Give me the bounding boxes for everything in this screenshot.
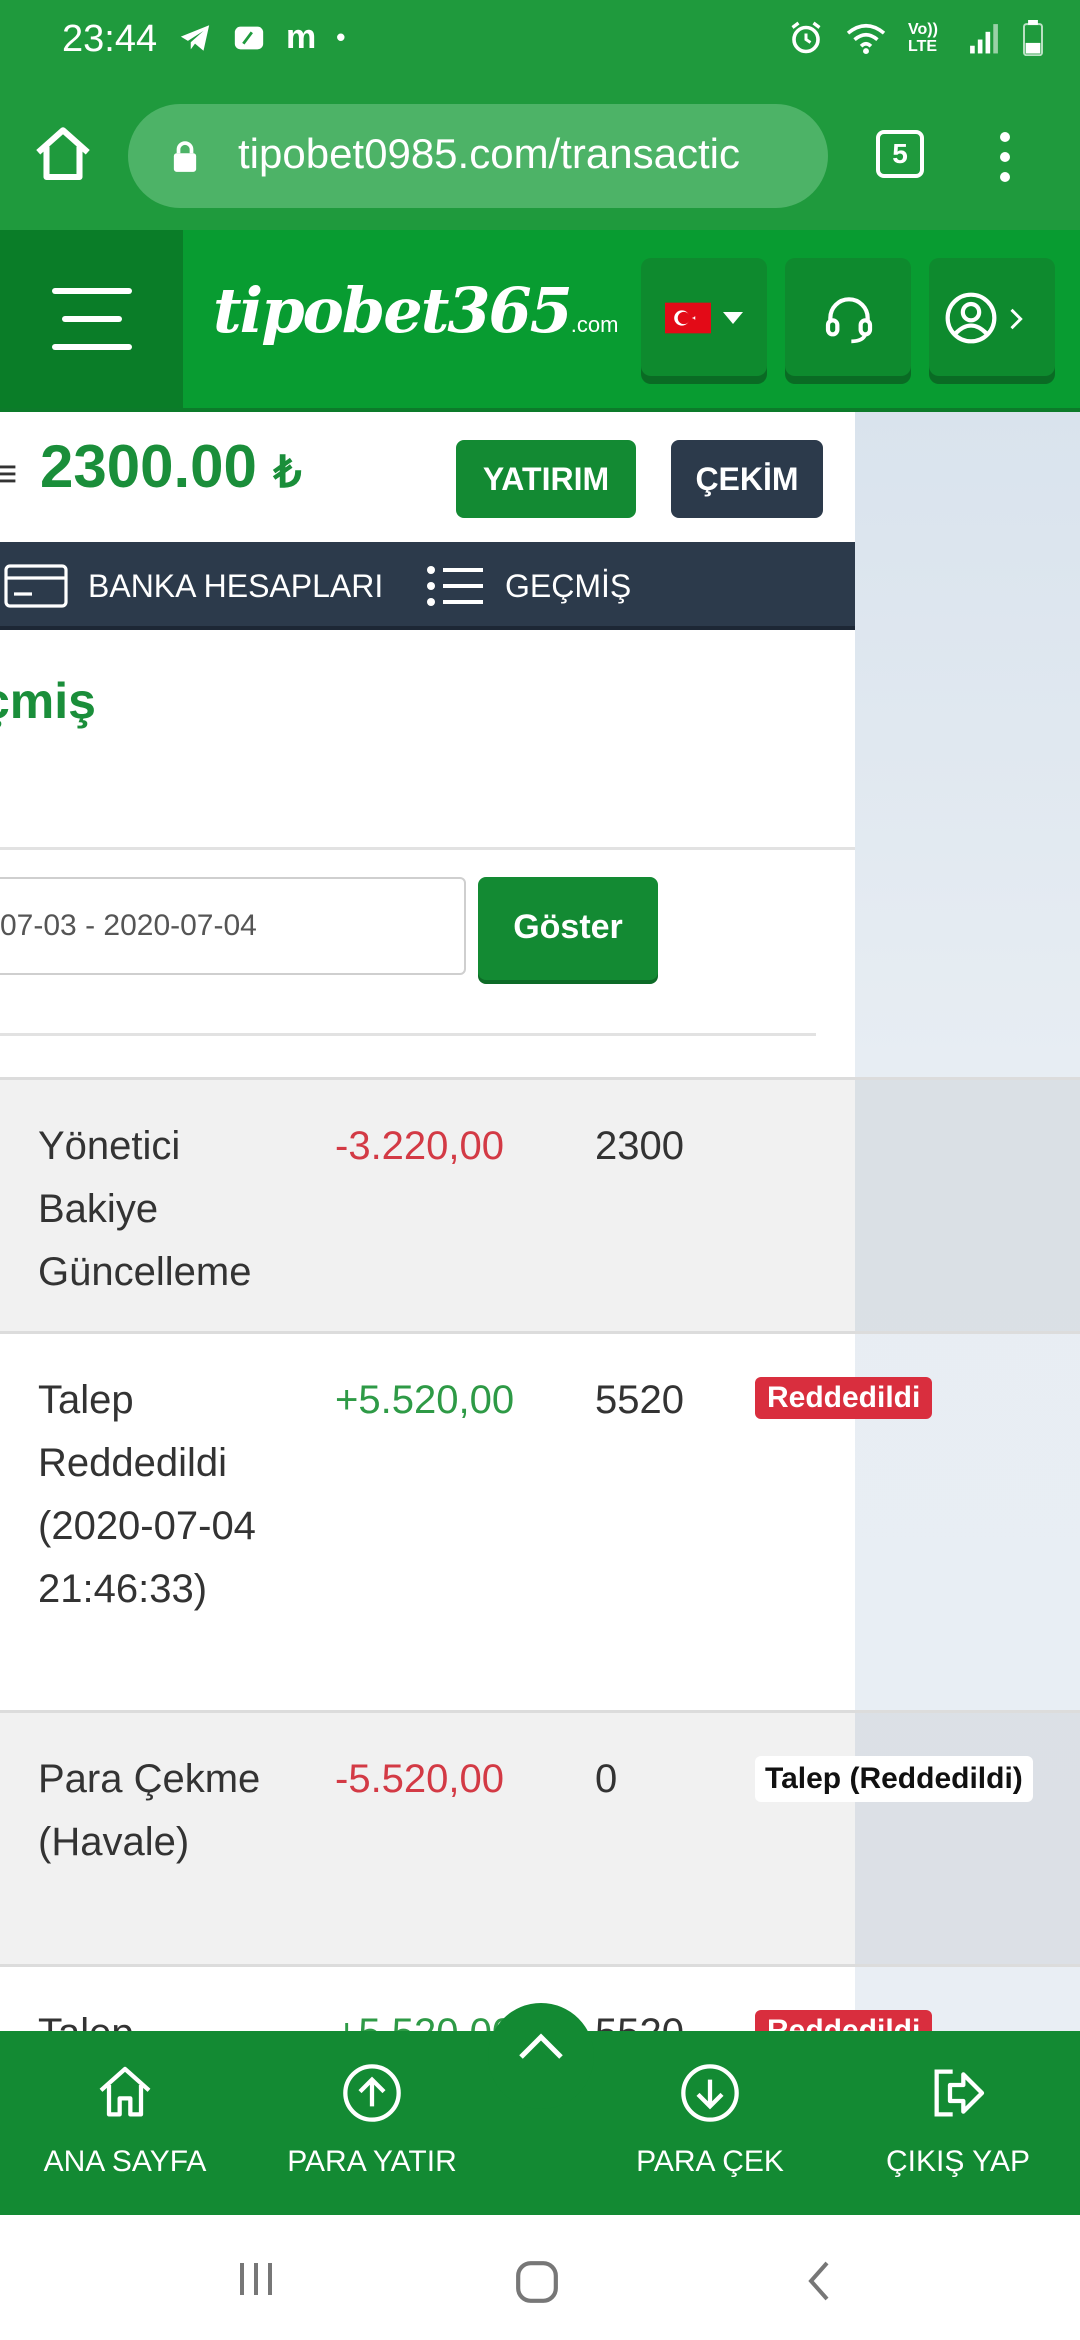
home-icon [36,127,90,181]
site-logo[interactable]: tipobet365.com [213,274,618,347]
nav-withdraw[interactable]: PARA ÇEK [600,2031,820,2215]
divider [0,847,855,850]
user-icon [945,292,997,344]
tab-bank-accounts[interactable]: BANKA HESAPLARI [4,542,383,630]
divider [0,1033,816,1036]
nav-deposit-label: PARA YATIR [287,2145,457,2178]
transaction-balance: 5520 [595,2011,684,2034]
lock-icon [173,141,197,172]
browser-toolbar: tipobet0985.com/transactic 5 [0,88,1080,230]
system-navigation-bar [0,2215,1080,2340]
transaction-balance: 5520 [595,1378,684,1422]
back-icon[interactable] [804,2259,834,2303]
tab-history-label: GEÇMİŞ [505,567,632,604]
status-badge: Talep (Reddedildi) [755,1756,1033,1802]
transaction-description: Talep Reddedildi (2020-07-04 21:46:33) [38,1378,256,1611]
network-type-label: Vo)) LTE [908,21,938,55]
transaction-description: Talep [38,2011,134,2034]
turkey-flag-icon [665,302,711,334]
transaction-amount: -5.520,00 [335,1757,505,1801]
browser-menu-button[interactable] [990,128,1020,184]
nav-home[interactable]: ANA SAYFA [15,2031,235,2215]
logo-text: tipobet365 [213,274,573,347]
address-bar[interactable]: tipobet0985.com/transactic [128,104,828,208]
tab-history[interactable]: GEÇMİŞ [425,542,631,630]
status-bar: 23:44 m • Vo)) LTE [0,0,1080,88]
hamburger-menu-button[interactable] [0,230,183,408]
table-row: Para Çekme (Havale) -5.520,00 0 Talep (R… [0,1710,1080,1964]
tab-bank-accounts-label: BANKA HESAPLARI [88,567,384,604]
arrow-up-circle-icon [343,2064,401,2122]
deposit-button[interactable]: YATIRIM [456,440,636,518]
balance-value: 2300.00 [40,433,257,500]
browser-home-button[interactable] [30,122,96,188]
headset-icon [825,297,873,344]
tab-switcher-button[interactable]: 5 [876,130,924,178]
list-icon [427,566,483,606]
alarm-icon [791,21,821,54]
transaction-balance: 2300 [595,1124,684,1168]
show-button[interactable]: Göster [478,877,658,980]
wifi-icon [846,23,886,55]
telegram-icon [180,24,210,51]
logo-suffix: .com [570,312,619,337]
home-circle-icon[interactable] [514,2259,560,2305]
recent-apps-icon[interactable] [236,2259,276,2299]
scroll-to-top-button[interactable] [488,2003,594,2109]
account-nav: BANKA HESAPLARI GEÇMİŞ [0,542,855,630]
balance-amount: 2300.00 ₺ [40,432,302,501]
table-row: Yönetici Bakiye Güncelleme -3.220,00 230… [0,1077,1080,1331]
status-time: 23:44 [62,18,158,60]
battery-icon [1023,20,1043,56]
transaction-description: Para Çekme (Havale) [38,1757,261,1864]
balance-menu-icon[interactable]: ≡ [0,452,17,497]
credit-card-icon [4,564,68,608]
signal-icon [970,24,998,54]
live-support-button[interactable] [785,258,911,376]
table-row: Talep Reddedildi (2020-07-04 21:46:33) +… [0,1331,1080,1710]
transaction-description: Yönetici Bakiye Güncelleme [38,1124,252,1294]
notification-dot: • [336,22,346,52]
currency-symbol: ₺ [273,448,302,497]
nav-logout[interactable]: ÇIKIŞ YAP [848,2031,1068,2215]
nav-logout-label: ÇIKIŞ YAP [886,2145,1030,2178]
transaction-balance: 0 [595,1757,618,1801]
site-header: tipobet365.com [0,230,1080,412]
notification-icons: m • [178,18,345,57]
chevron-up-icon [519,2033,563,2059]
language-selector[interactable] [641,258,767,376]
notification-letter: m [286,18,317,56]
nav-deposit[interactable]: PARA YATIR [262,2031,482,2215]
chevron-right-icon [1010,308,1023,330]
logout-icon [934,2069,985,2117]
nav-home-label: ANA SAYFA [43,2145,207,2178]
chevron-down-icon [723,312,743,324]
system-icons: Vo)) LTE [788,20,1044,56]
transaction-amount: +5.520,00 [335,1378,515,1422]
arrow-down-circle-icon [681,2064,739,2122]
page-title: çmiş [0,673,96,729]
balance-bar: ≡ 2300.00 ₺ YATIRIM ÇEKİM [0,412,855,542]
date-range-input[interactable]: 07-03 - 2020-07-04 [0,877,466,975]
status-badge: Reddedildi [755,1377,933,1419]
withdraw-button[interactable]: ÇEKİM [671,440,823,518]
transaction-amount: -3.220,00 [335,1124,505,1168]
transaction-amount: +5.520,00 [335,2011,515,2034]
home-icon [99,2066,151,2117]
account-menu-button[interactable] [929,258,1055,376]
app-notification-icon [234,26,264,49]
url-text: tipobet0985.com/transactic [238,130,740,177]
nav-withdraw-label: PARA ÇEK [636,2145,784,2178]
